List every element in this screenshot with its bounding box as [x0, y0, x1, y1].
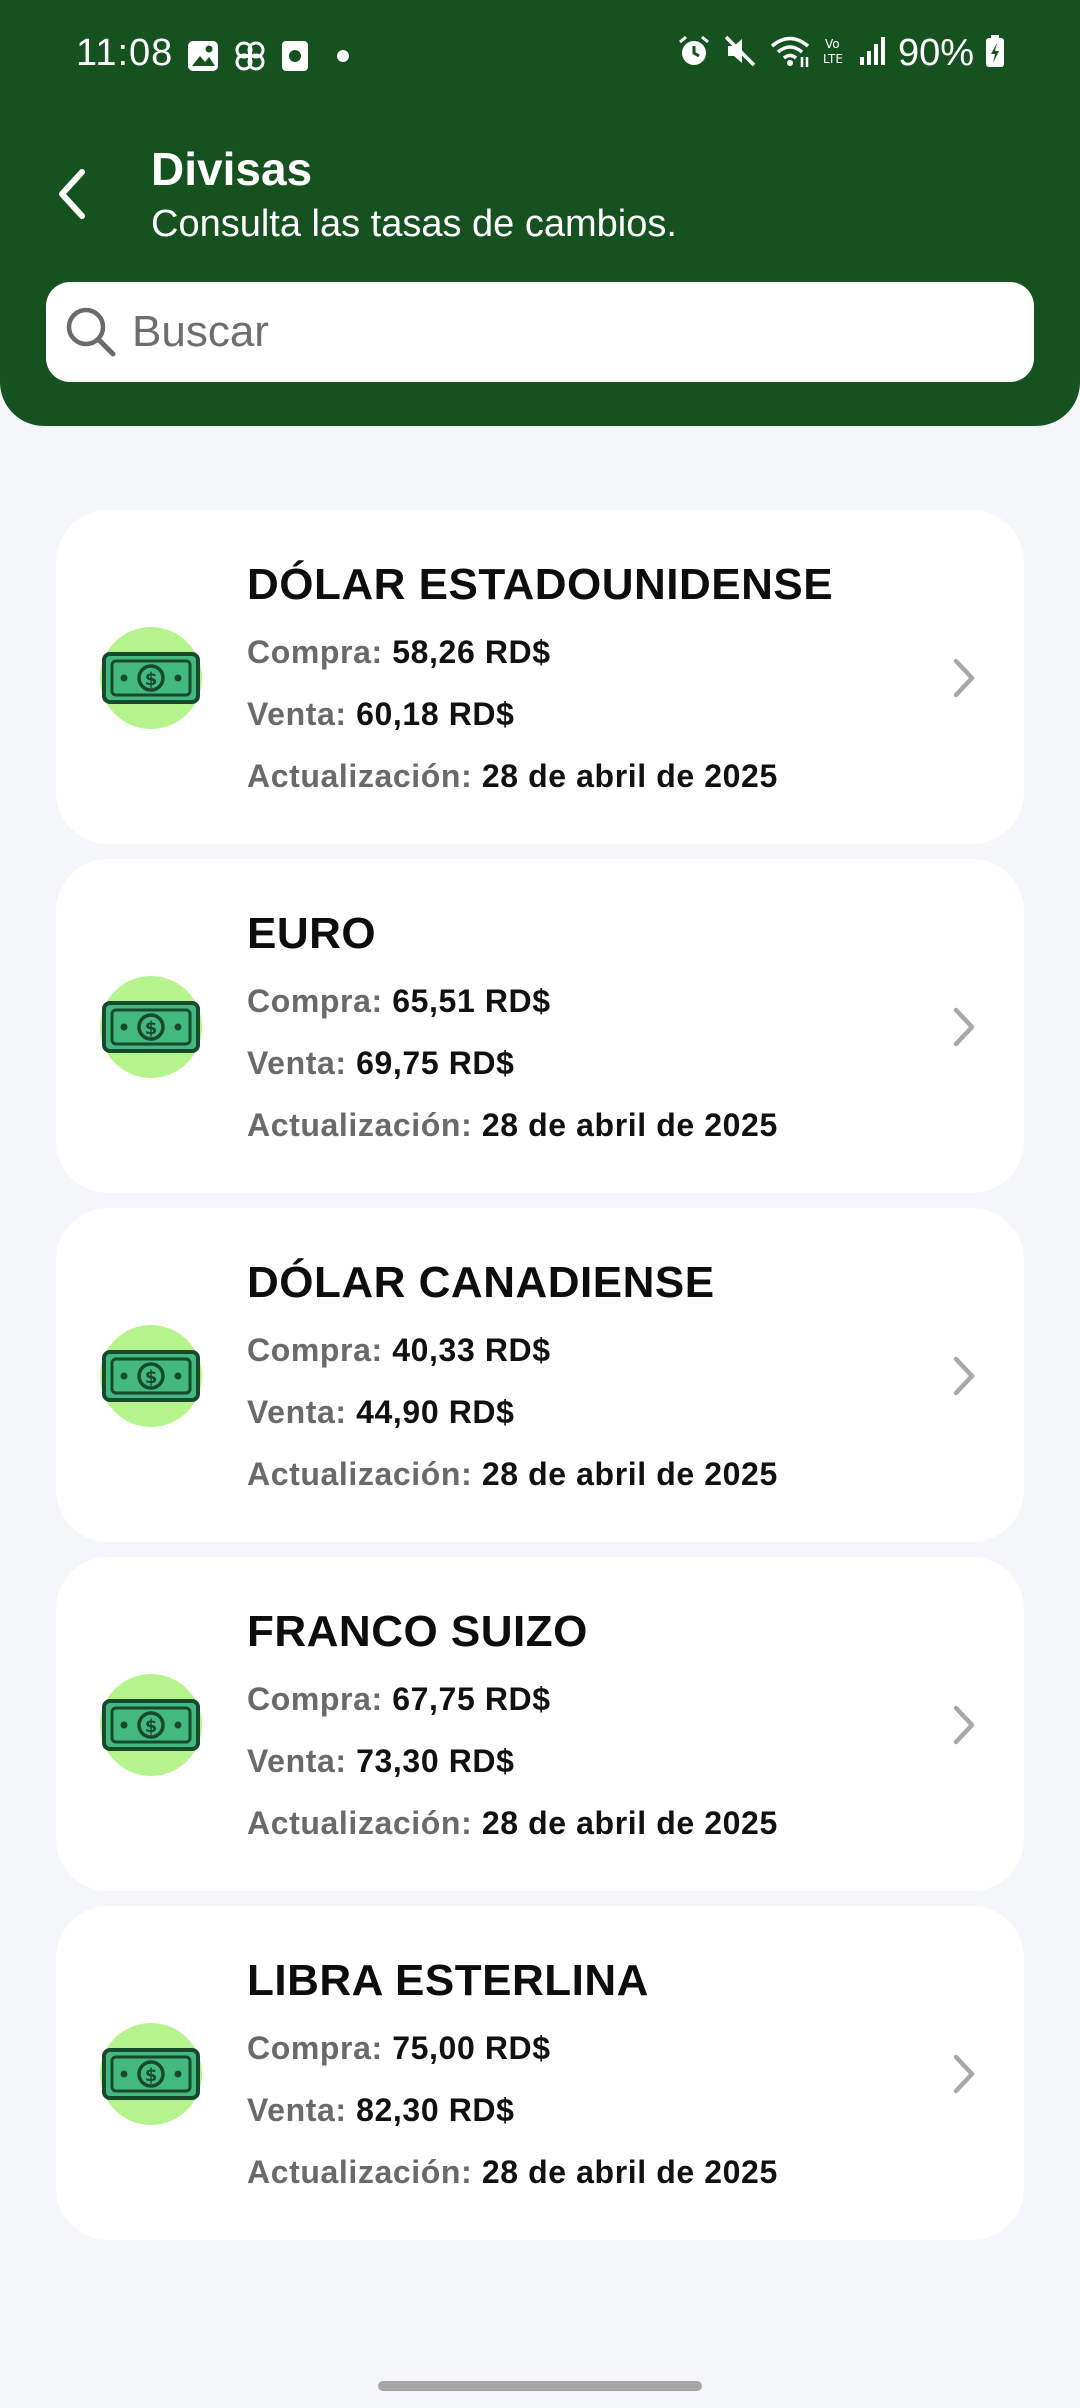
svg-text:$: $: [145, 669, 158, 690]
search-icon: [62, 303, 120, 361]
banknote-icon: $: [100, 1325, 202, 1427]
alarm-icon: [676, 33, 712, 74]
compra-label: Compra:: [247, 634, 383, 670]
currency-card-franco-suizo[interactable]: $ FRANCO SUIZO Compra: 67,75 RD$ Venta: …: [56, 1557, 1024, 1891]
banknote-icon: $: [100, 2023, 202, 2125]
status-time: 11:08: [76, 32, 174, 74]
actualizacion-row: Actualización: 28 de abril de 2025: [247, 758, 778, 795]
chevron-right-icon: [944, 650, 984, 706]
status-system-icons: Vo LTE 90%: [676, 32, 1006, 75]
back-button[interactable]: [42, 160, 102, 232]
actualizacion-label: Actualización:: [247, 2154, 473, 2190]
currency-list: $ DÓLAR ESTADOUNIDENSE Compra: 58,26 RD$…: [56, 510, 1024, 2255]
actualizacion-value: 28 de abril de 2025: [481, 758, 778, 794]
venta-label: Venta:: [247, 696, 347, 732]
status-bar: 11:08 Vo LTE 90%: [0, 0, 1080, 110]
actualizacion-label: Actualización:: [247, 758, 473, 794]
actualizacion-value: 28 de abril de 2025: [481, 2154, 778, 2190]
venta-row: Venta: 69,75 RD$: [247, 1045, 515, 1082]
svg-text:LTE: LTE: [823, 52, 843, 66]
volte-icon: Vo LTE: [822, 33, 848, 74]
battery-percentage: 90%: [897, 32, 974, 74]
actualizacion-row: Actualización: 28 de abril de 2025: [247, 2154, 778, 2191]
compra-row: Compra: 40,33 RD$: [247, 1332, 551, 1369]
venta-label: Venta:: [247, 1394, 347, 1430]
compra-value: 67,75 RD$: [392, 1681, 551, 1717]
actualizacion-label: Actualización:: [247, 1805, 473, 1841]
battery-icon: [984, 33, 1006, 74]
actualizacion-row: Actualización: 28 de abril de 2025: [247, 1107, 778, 1144]
chevron-right-icon: [944, 999, 984, 1055]
chevron-right-icon: [944, 2046, 984, 2102]
compra-row: Compra: 67,75 RD$: [247, 1681, 551, 1718]
compra-row: Compra: 75,00 RD$: [247, 2030, 551, 2067]
currency-card-libra-esterlina[interactable]: $ LIBRA ESTERLINA Compra: 75,00 RD$ Vent…: [56, 1906, 1024, 2240]
currency-name: FRANCO SUIZO: [247, 1607, 588, 1656]
venta-row: Venta: 82,30 RD$: [247, 2092, 515, 2129]
banknote-icon: $: [100, 1674, 202, 1776]
svg-text:Vo: Vo: [825, 37, 840, 51]
app-icon: [280, 39, 310, 78]
venta-row: Venta: 60,18 RD$: [247, 696, 515, 733]
currency-name: DÓLAR ESTADOUNIDENSE: [247, 560, 834, 609]
wifi-icon: [768, 33, 812, 74]
app-header: 11:08 Vo LTE 90% Divisas Consulta las ta…: [0, 0, 1080, 426]
home-indicator[interactable]: [378, 2381, 702, 2391]
svg-text:$: $: [145, 2065, 158, 2086]
pinwheel-icon: [232, 38, 268, 79]
compra-label: Compra:: [247, 1681, 383, 1717]
compra-row: Compra: 58,26 RD$: [247, 634, 551, 671]
page-title: Divisas: [151, 143, 313, 195]
page-subtitle: Consulta las tasas de cambios.: [151, 203, 677, 245]
currency-card-dolar-estadounidense[interactable]: $ DÓLAR ESTADOUNIDENSE Compra: 58,26 RD$…: [56, 510, 1024, 844]
actualizacion-value: 28 de abril de 2025: [481, 1456, 778, 1492]
banknote-icon: $: [100, 627, 202, 729]
compra-value: 40,33 RD$: [392, 1332, 551, 1368]
venta-row: Venta: 44,90 RD$: [247, 1394, 515, 1431]
search-bar[interactable]: [46, 282, 1034, 382]
search-input[interactable]: [130, 306, 994, 358]
venta-value: 44,90 RD$: [356, 1394, 515, 1430]
compra-label: Compra:: [247, 983, 383, 1019]
compra-row: Compra: 65,51 RD$: [247, 983, 551, 1020]
currency-name: EURO: [247, 909, 377, 958]
currency-card-dolar-canadiense[interactable]: $ DÓLAR CANADIENSE Compra: 40,33 RD$ Ven…: [56, 1208, 1024, 1542]
compra-value: 65,51 RD$: [392, 983, 551, 1019]
svg-text:$: $: [145, 1367, 158, 1388]
dot-icon: [336, 49, 350, 68]
mute-icon: [722, 33, 758, 74]
venta-row: Venta: 73,30 RD$: [247, 1743, 515, 1780]
svg-text:$: $: [145, 1716, 158, 1737]
actualizacion-row: Actualización: 28 de abril de 2025: [247, 1456, 778, 1493]
banknote-icon: $: [100, 976, 202, 1078]
venta-value: 69,75 RD$: [356, 1045, 515, 1081]
actualizacion-label: Actualización:: [247, 1107, 473, 1143]
compra-value: 58,26 RD$: [392, 634, 551, 670]
signal-icon: [858, 33, 888, 74]
venta-label: Venta:: [247, 1045, 347, 1081]
actualizacion-label: Actualización:: [247, 1456, 473, 1492]
actualizacion-value: 28 de abril de 2025: [481, 1805, 778, 1841]
actualizacion-value: 28 de abril de 2025: [481, 1107, 778, 1143]
venta-value: 60,18 RD$: [356, 696, 515, 732]
compra-label: Compra:: [247, 1332, 383, 1368]
chevron-right-icon: [944, 1348, 984, 1404]
venta-value: 73,30 RD$: [356, 1743, 515, 1779]
venta-value: 82,30 RD$: [356, 2092, 515, 2128]
venta-label: Venta:: [247, 2092, 347, 2128]
currency-card-euro[interactable]: $ EURO Compra: 65,51 RD$ Venta: 69,75 RD…: [56, 859, 1024, 1193]
status-notification-icons: [186, 38, 350, 79]
svg-text:$: $: [145, 1018, 158, 1039]
gallery-icon: [186, 39, 220, 78]
compra-value: 75,00 RD$: [392, 2030, 551, 2066]
venta-label: Venta:: [247, 1743, 347, 1779]
chevron-left-icon: [54, 168, 90, 225]
actualizacion-row: Actualización: 28 de abril de 2025: [247, 1805, 778, 1842]
currency-name: DÓLAR CANADIENSE: [247, 1258, 715, 1307]
chevron-right-icon: [944, 1697, 984, 1753]
compra-label: Compra:: [247, 2030, 383, 2066]
currency-name: LIBRA ESTERLINA: [247, 1956, 649, 2005]
